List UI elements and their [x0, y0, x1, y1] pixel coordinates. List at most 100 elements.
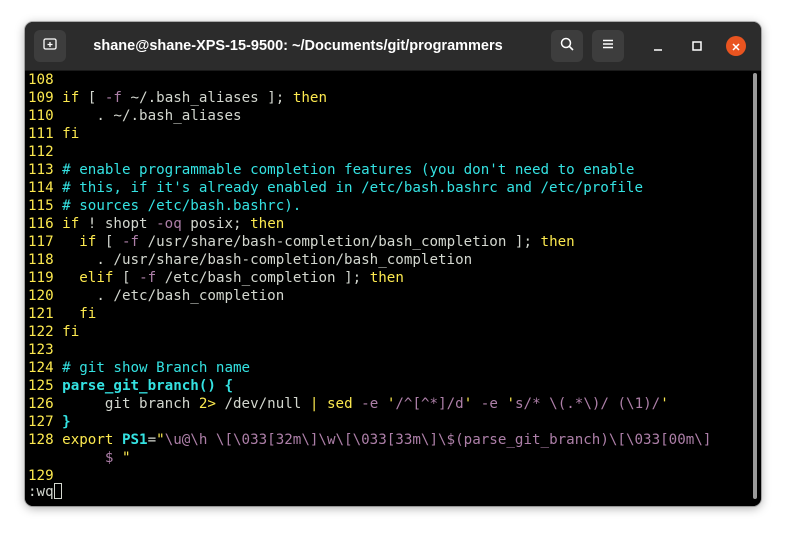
- line-number: 118: [28, 252, 54, 268]
- line-number: 121: [28, 306, 54, 322]
- code-line[interactable]: 124 # git show Branch name: [28, 359, 745, 377]
- line-number: 124: [28, 360, 54, 376]
- search-icon: [559, 36, 575, 56]
- line-number: 120: [28, 288, 54, 304]
- code-line[interactable]: 108: [28, 71, 745, 89]
- code-line[interactable]: 125 parse_git_branch() {: [28, 377, 745, 395]
- code-token: # git show Branch name: [62, 360, 251, 376]
- code-token: ! shopt: [79, 216, 157, 232]
- code-line[interactable]: 126 git branch 2> /dev/null | sed -e '/^…: [28, 395, 745, 413]
- maximize-button[interactable]: [687, 36, 707, 56]
- code-token: then: [540, 234, 575, 250]
- code-token: -f: [139, 270, 157, 286]
- scrollbar[interactable]: [753, 73, 757, 499]
- code-line[interactable]: 127 }: [28, 413, 745, 431]
- line-number: 123: [28, 342, 54, 358]
- search-button[interactable]: [551, 30, 583, 62]
- line-number: 116: [28, 216, 54, 232]
- code-token: /usr/share/bash-completion/bash_completi…: [139, 234, 541, 250]
- code-line[interactable]: 117 if [ -f /usr/share/bash-completion/b…: [28, 233, 745, 251]
- vim-editor-buffer[interactable]: 108 109 if [ -f ~/.bash_aliases ]; then 1…: [28, 71, 745, 485]
- code-token: 2>: [198, 396, 216, 412]
- code-token: [: [113, 270, 140, 286]
- code-token: \u@\h \[\033[32m\]\w\[\033[33m\]\$: [164, 432, 456, 448]
- line-number: 128: [28, 432, 54, 448]
- code-token: # enable programmable completion feature…: [62, 162, 635, 178]
- minimize-button[interactable]: [648, 36, 668, 56]
- code-token: if: [79, 234, 97, 250]
- code-token: then: [369, 270, 404, 286]
- code-token: =: [147, 432, 157, 448]
- code-token: ": [121, 450, 131, 466]
- code-token: /etc/bash_completion ];: [156, 270, 370, 286]
- text-cursor: [53, 483, 62, 499]
- code-token: git branch: [62, 396, 199, 412]
- code-token: if: [62, 216, 80, 232]
- code-token: ": [156, 432, 165, 448]
- line-number: 117: [28, 234, 54, 250]
- code-token: ': [463, 396, 473, 412]
- code-line[interactable]: 116 if ! shopt -oq posix; then: [28, 215, 745, 233]
- code-line[interactable]: 119 elif [ -f /etc/bash_completion ]; th…: [28, 269, 745, 287]
- code-token: # this, if it's already enabled in /etc/…: [62, 180, 644, 196]
- code-line[interactable]: 123: [28, 341, 745, 359]
- code-token: /dev/null: [215, 396, 310, 412]
- vim-command-line[interactable]: :wq: [28, 483, 62, 501]
- code-line[interactable]: 118 . /usr/share/bash-completion/bash_co…: [28, 251, 745, 269]
- code-line[interactable]: 109 if [ -f ~/.bash_aliases ]; then: [28, 89, 745, 107]
- code-token: -oq: [156, 216, 182, 232]
- minimize-icon: [652, 37, 664, 56]
- window-title: shane@shane-XPS-15-9500: ~/Documents/git…: [93, 38, 503, 54]
- code-token: elif: [79, 270, 114, 286]
- close-icon: [731, 37, 741, 56]
- code-line[interactable]: 121 fi: [28, 305, 745, 323]
- code-token: $: [62, 450, 122, 466]
- code-line[interactable]: 113 # enable programmable completion fea…: [28, 161, 745, 179]
- code-token: if: [62, 90, 80, 106]
- code-token: PS1: [121, 432, 148, 448]
- code-line[interactable]: 120 . /etc/bash_completion: [28, 287, 745, 305]
- new-tab-icon: [42, 36, 58, 56]
- code-token: parse_git_branch() {: [62, 378, 234, 394]
- maximize-icon: [691, 37, 703, 56]
- title-bar[interactable]: shane@shane-XPS-15-9500: ~/Documents/git…: [25, 22, 761, 71]
- line-number: 115: [28, 198, 54, 214]
- menu-button[interactable]: [592, 30, 624, 62]
- line-number: 110: [28, 108, 54, 124]
- code-token: [: [79, 90, 105, 106]
- code-token: export: [62, 432, 114, 448]
- code-line[interactable]: 110 . ~/.bash_aliases: [28, 107, 745, 125]
- code-line[interactable]: 122 fi: [28, 323, 745, 341]
- line-number: 114: [28, 180, 54, 196]
- code-line[interactable]: 128 export PS1="\u@\h \[\033[32m\]\w\[\0…: [28, 431, 745, 449]
- code-line[interactable]: 112: [28, 143, 745, 161]
- code-token: -f: [104, 90, 122, 106]
- terminal-content[interactable]: 108 109 if [ -f ~/.bash_aliases ]; then 1…: [25, 71, 761, 506]
- code-line[interactable]: 111 fi: [28, 125, 745, 143]
- terminal-window: shane@shane-XPS-15-9500: ~/Documents/git…: [25, 22, 761, 506]
- line-number: 108: [28, 72, 54, 88]
- code-token: posix;: [181, 216, 251, 232]
- code-line[interactable]: $ ": [28, 449, 745, 467]
- code-line[interactable]: 114 # this, if it's already enabled in /…: [28, 179, 745, 197]
- command-text: :wq: [28, 484, 54, 500]
- code-line[interactable]: 129: [28, 467, 745, 485]
- line-number: 112: [28, 144, 54, 160]
- code-token: then: [250, 216, 285, 232]
- code-token: \[\033[00m\]: [608, 432, 712, 448]
- code-line[interactable]: 115 # sources /etc/bash.bashrc).: [28, 197, 745, 215]
- code-token: ': [660, 396, 669, 412]
- line-number: 127: [28, 414, 54, 430]
- code-token: # sources /etc/bash.bashrc).: [62, 198, 302, 214]
- code-token: -f: [121, 234, 140, 250]
- new-tab-button[interactable]: [34, 30, 66, 62]
- code-token: }: [62, 414, 71, 430]
- close-button[interactable]: [726, 36, 746, 56]
- code-token: -e: [480, 396, 498, 412]
